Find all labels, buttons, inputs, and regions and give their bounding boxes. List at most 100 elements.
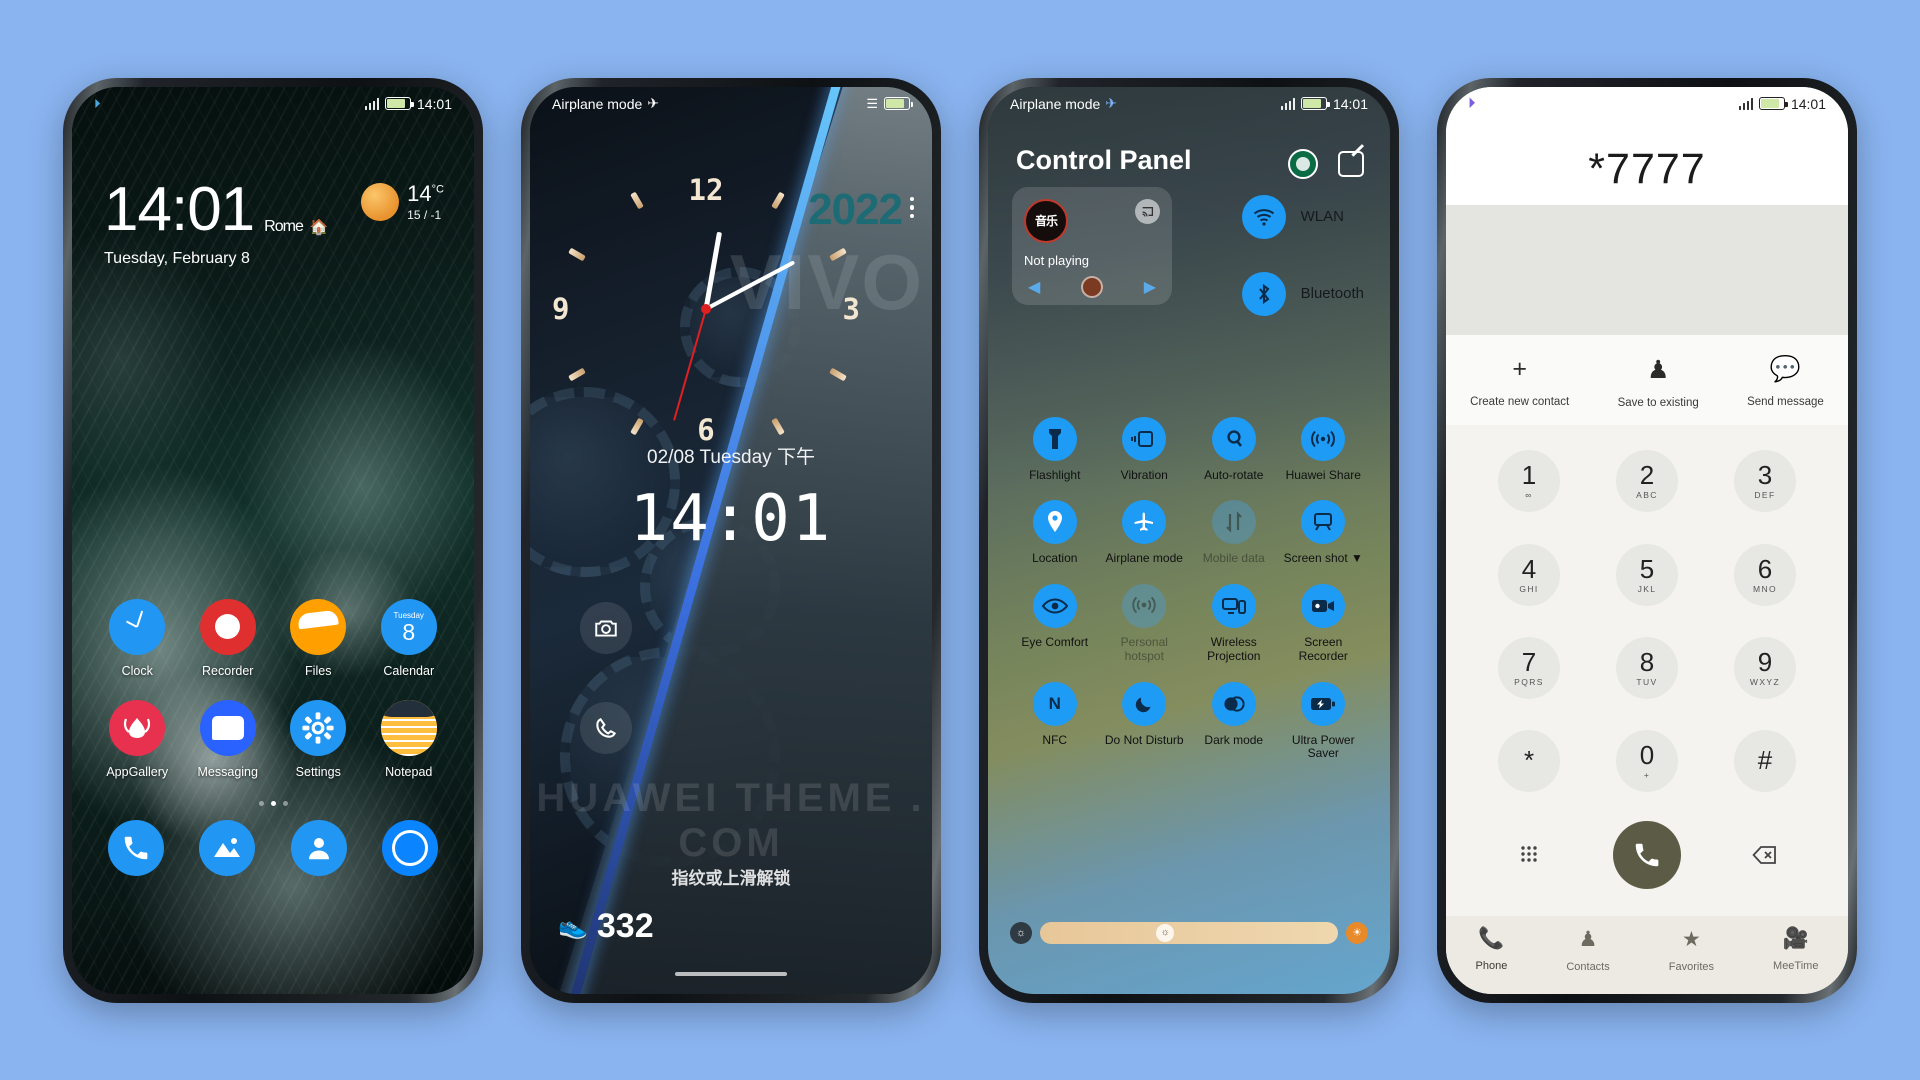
toggle-ultra-power-saver[interactable]: Ultra Power Saver bbox=[1279, 681, 1369, 762]
dialed-number[interactable]: *7777 bbox=[1446, 145, 1848, 194]
phone-4-dialer: ⏵ 14:01 *7777 + Create new contact ♟ Sav… bbox=[1437, 77, 1857, 1003]
status-right-1: 14:01 bbox=[364, 95, 452, 112]
call-button[interactable] bbox=[1613, 820, 1681, 889]
app-settings[interactable]: Settings bbox=[279, 699, 357, 779]
toggle-wlan[interactable]: WLAN bbox=[1241, 194, 1364, 239]
toggle-label: Mobile data bbox=[1202, 551, 1265, 566]
wireless-projection-glyph bbox=[1221, 598, 1246, 615]
brightness-low-icon[interactable]: ☼ bbox=[1010, 921, 1032, 944]
nav-favorites[interactable]: ★ Favorites bbox=[1669, 927, 1714, 975]
app-calendar[interactable]: Tuesday 8 Calendar bbox=[370, 598, 448, 678]
app-recorder[interactable]: Recorder bbox=[189, 598, 267, 678]
key-letters: DEF bbox=[1754, 490, 1776, 501]
eye-glyph bbox=[1041, 598, 1068, 614]
app-label: AppGallery bbox=[106, 764, 169, 779]
toggle-mobile-data[interactable]: Mobile data bbox=[1189, 500, 1279, 566]
app-label: Clock bbox=[121, 663, 153, 678]
toggle-location[interactable]: Location bbox=[1010, 500, 1100, 566]
shoe-icon: 👟 bbox=[558, 912, 588, 940]
send-message-button[interactable]: 💬 Send message bbox=[1747, 355, 1824, 410]
chevron-down-icon[interactable]: ▼ bbox=[1351, 551, 1363, 565]
toggle-label: Ultra Power Saver bbox=[1291, 732, 1355, 761]
analog-clock: 12 3 6 9 bbox=[552, 173, 860, 447]
media-player-card[interactable]: 音乐 Not playing ◀ ▶ bbox=[1012, 186, 1172, 305]
cast-icon[interactable] bbox=[1135, 198, 1160, 224]
toggle-vibration[interactable]: Vibration bbox=[1100, 416, 1190, 483]
edit-icon[interactable] bbox=[1338, 150, 1364, 177]
status-time-1: 14:01 bbox=[416, 95, 452, 112]
key-4[interactable]: 4 GHI bbox=[1498, 543, 1560, 606]
app-appgallery[interactable]: AppGallery bbox=[98, 699, 176, 779]
key-3[interactable]: 3 DEF bbox=[1734, 450, 1796, 513]
camera-shortcut-icon[interactable] bbox=[580, 601, 632, 654]
nav-meetime[interactable]: 🎥 MeeTime bbox=[1773, 927, 1818, 974]
toggle-label: Eye Comfort bbox=[1021, 635, 1089, 650]
ultra-power-saver-icon bbox=[1301, 681, 1346, 726]
toggle-huawei-share[interactable]: Huawei Share bbox=[1279, 416, 1369, 483]
toggle-screen-recorder[interactable]: Screen Recorder bbox=[1279, 584, 1369, 664]
dock-phone[interactable] bbox=[97, 819, 175, 876]
key-7[interactable]: 7 PQRS bbox=[1498, 636, 1560, 699]
toggle-auto-rotate[interactable]: Auto-rotate bbox=[1189, 416, 1279, 483]
key-hash[interactable]: # bbox=[1734, 730, 1796, 793]
eye-icon bbox=[1032, 584, 1077, 629]
backspace-icon[interactable] bbox=[1734, 824, 1796, 886]
toggle-personal-hotspot[interactable]: Personal hotspot bbox=[1100, 584, 1190, 664]
page-indicator[interactable] bbox=[72, 800, 474, 806]
toggle-eye-comfort[interactable]: Eye Comfort bbox=[1010, 584, 1100, 664]
brightness-knob-icon[interactable]: ☼ bbox=[1156, 923, 1175, 942]
sun-icon bbox=[361, 183, 400, 221]
dock-gallery[interactable] bbox=[188, 819, 266, 876]
player-thumb[interactable] bbox=[1081, 275, 1103, 298]
next-icon[interactable]: ▶ bbox=[1144, 277, 1156, 297]
key-6[interactable]: 6 MNO bbox=[1734, 543, 1796, 606]
key-9[interactable]: 9 WXYZ bbox=[1734, 636, 1796, 699]
dock-ring[interactable] bbox=[371, 819, 449, 876]
save-to-existing-button[interactable]: ♟ Save to existing bbox=[1618, 355, 1699, 411]
nav-contacts[interactable]: ♟ Contacts bbox=[1566, 927, 1609, 975]
key-letters: JKL bbox=[1637, 583, 1657, 594]
phone-icon bbox=[596, 717, 617, 738]
app-clock[interactable]: Clock bbox=[98, 598, 176, 678]
key-star[interactable]: * bbox=[1498, 730, 1560, 793]
key-letters: TUV bbox=[1636, 676, 1658, 687]
toggle-bluetooth[interactable]: Bluetooth bbox=[1241, 271, 1364, 316]
kebab-menu-icon[interactable] bbox=[909, 196, 914, 218]
nav-phone[interactable]: 📞 Phone bbox=[1476, 927, 1508, 974]
toggle-dark-mode[interactable]: Dark mode bbox=[1189, 681, 1279, 762]
keypad-glyph bbox=[1521, 846, 1537, 862]
app-files[interactable]: Files bbox=[279, 598, 357, 678]
key-1[interactable]: 1 ∞ bbox=[1498, 450, 1560, 513]
brightness-slider[interactable]: ☼ ☼ ☀ bbox=[1010, 921, 1368, 944]
toggle-do-not-disturb[interactable]: Do Not Disturb bbox=[1100, 681, 1190, 762]
toggle-flashlight[interactable]: Flashlight bbox=[1010, 416, 1100, 483]
prev-icon[interactable]: ◀ bbox=[1028, 277, 1040, 297]
toggle-screenshot[interactable]: Screen shot ▼ bbox=[1279, 500, 1369, 566]
key-digit: 1 bbox=[1521, 460, 1537, 491]
phone-shortcut-icon[interactable] bbox=[580, 701, 632, 754]
brightness-track[interactable]: ☼ bbox=[1040, 921, 1338, 944]
key-8[interactable]: 8 TUV bbox=[1616, 636, 1678, 699]
key-digit: 0 bbox=[1639, 740, 1655, 771]
home-indicator-bar[interactable] bbox=[675, 971, 787, 976]
keypad-icon[interactable] bbox=[1498, 824, 1560, 886]
app-notepad[interactable]: Notepad bbox=[370, 699, 448, 779]
toggle-airplane-mode[interactable]: Airplane mode bbox=[1100, 500, 1190, 566]
starbucks-icon[interactable] bbox=[1288, 148, 1318, 179]
key-0[interactable]: 0 + bbox=[1616, 730, 1678, 793]
key-5[interactable]: 5 JKL bbox=[1616, 543, 1678, 606]
star-icon: ★ bbox=[1681, 927, 1701, 951]
ultra-power-saver-glyph bbox=[1311, 697, 1336, 710]
dock-contacts[interactable] bbox=[280, 819, 358, 876]
contacts-app-icon bbox=[290, 819, 347, 876]
brightness-auto-icon[interactable]: ☀ bbox=[1346, 921, 1368, 944]
toggle-wireless-projection[interactable]: Wireless Projection bbox=[1189, 584, 1279, 664]
key-2[interactable]: 2 ABC bbox=[1616, 450, 1678, 513]
create-new-contact-button[interactable]: + Create new contact bbox=[1470, 355, 1569, 410]
files-app-icon bbox=[290, 598, 347, 655]
player-state: Not playing bbox=[1024, 252, 1090, 268]
toggle-nfc[interactable]: N NFC bbox=[1010, 681, 1100, 762]
app-messaging[interactable]: Messaging bbox=[189, 699, 267, 779]
weather-widget[interactable]: 14°C 15 / -1 bbox=[361, 182, 444, 222]
huawei-share-glyph bbox=[1311, 430, 1336, 447]
